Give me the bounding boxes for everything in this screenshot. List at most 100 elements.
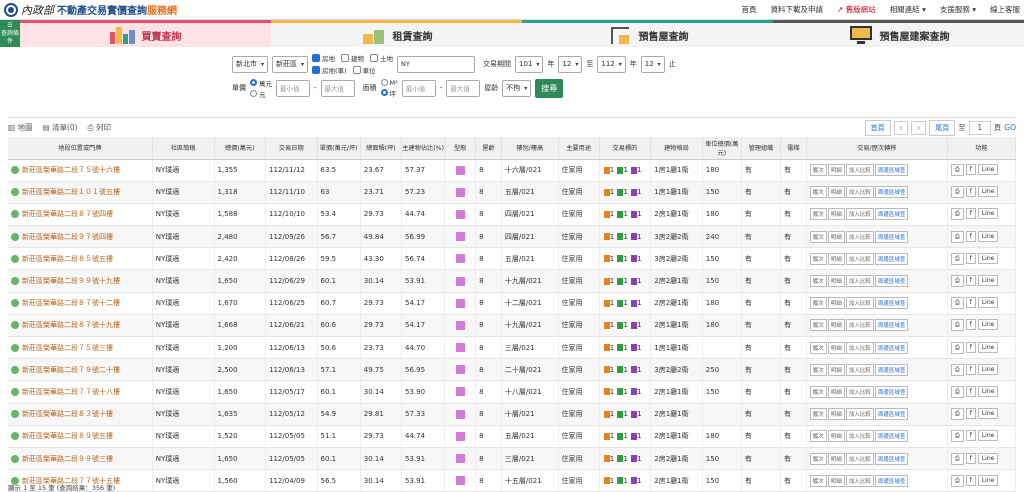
link-home[interactable]: 首頁 <box>742 4 757 15</box>
print-icon[interactable]: ⎙ <box>950 164 964 177</box>
print-icon[interactable]: ⎙ <box>950 452 964 465</box>
row-action-button[interactable]: 履次 <box>809 341 827 354</box>
row-action-button[interactable]: 履次 <box>809 164 827 177</box>
table-row[interactable]: 新莊區榮華路二段１０１號五樓 NY璞適 1,318 112/11/10 63 23.71 5… <box>8 181 1017 204</box>
type-parking-checkbox[interactable]: 車位 <box>352 65 376 75</box>
facebook-icon[interactable]: f <box>965 186 976 198</box>
print-icon[interactable]: ⎙ <box>950 297 964 310</box>
expand-row-icon[interactable] <box>11 365 19 374</box>
last-page-button[interactable]: 尾頁 <box>929 119 956 136</box>
from-month-select[interactable]: 12 ▾ <box>558 55 583 73</box>
address-cell[interactable]: 新莊區榮華路二段７５號三樓 <box>8 336 153 360</box>
row-action-button[interactable]: 加入比較 <box>845 297 874 310</box>
link-online-service[interactable]: 線上客服 <box>990 4 1020 15</box>
table-row[interactable]: 新莊區榮華路二段９９號十九樓 NY璞適 1,650 112/06/29 60.1 30.1… <box>8 269 1017 293</box>
line-share-button[interactable]: Line <box>977 408 999 420</box>
row-action-button[interactable]: 明細 <box>827 363 845 376</box>
row-action-button[interactable]: 明細 <box>827 430 845 443</box>
row-action-button[interactable]: 明細 <box>827 474 845 487</box>
tab-presale-query[interactable]: 預售屋查詢 <box>522 20 773 47</box>
row-action-button[interactable]: 周邊區域查 <box>874 319 909 332</box>
row-action-button[interactable]: 周邊區域查 <box>874 474 909 487</box>
row-action-button[interactable]: 明細 <box>827 186 845 199</box>
prev-page-button[interactable]: ‹ <box>893 120 909 135</box>
line-share-button[interactable]: Line <box>977 474 999 486</box>
tab-rent-query[interactable]: 租賃查詢 <box>271 20 522 47</box>
age-select[interactable]: 不拘 ▾ <box>502 79 532 97</box>
expand-row-icon[interactable] <box>11 254 19 263</box>
column-header[interactable]: 建物格局 <box>650 137 703 160</box>
table-row[interactable]: 新莊區榮華路二段７５號三樓 NY璞適 1,200 112/06/13 50.6 23.73… <box>8 336 1017 360</box>
facebook-icon[interactable]: f <box>965 297 976 309</box>
table-row[interactable]: 新莊區榮華路二段８７號十二樓 NY璞適 1,670 112/06/25 60.7 29.7… <box>8 292 1017 315</box>
site-logo[interactable]: 內政部 不動產交易實價查詢服務網 <box>4 2 177 18</box>
print-icon[interactable]: ⎙ <box>950 408 964 421</box>
row-action-button[interactable]: 明細 <box>827 452 845 465</box>
facebook-icon[interactable]: f <box>965 363 976 375</box>
row-action-button[interactable]: 加入比較 <box>845 452 874 465</box>
expand-row-icon[interactable] <box>11 277 19 286</box>
list-button[interactable]: ▤ 清單(0) <box>42 122 77 133</box>
column-header[interactable]: 車位總價(萬元) <box>702 137 742 160</box>
facebook-icon[interactable]: f <box>965 341 976 353</box>
table-row[interactable]: 新莊區榮華路二段７５號十六樓 NY璞適 1,355 112/11/12 63.5 23.6… <box>8 159 1017 182</box>
expand-row-icon[interactable] <box>11 210 19 219</box>
search-button[interactable]: 搜尋 <box>535 78 564 98</box>
expand-row-icon[interactable] <box>11 299 19 308</box>
table-row[interactable]: 新莊區榮華路二段８７號十九樓 NY璞適 1,668 112/06/21 60.6 29.7… <box>8 314 1017 338</box>
row-action-button[interactable]: 加入比較 <box>845 208 874 221</box>
column-header[interactable]: 單價(萬元/坪) <box>317 137 361 160</box>
link-related[interactable]: 相關連結 ▾ <box>890 4 926 15</box>
row-action-button[interactable]: 明細 <box>827 252 845 265</box>
column-header[interactable]: 交易日期 <box>265 137 318 160</box>
line-share-button[interactable]: Line <box>977 186 999 198</box>
print-icon[interactable]: ⎙ <box>950 474 964 487</box>
expand-row-icon[interactable] <box>11 343 19 352</box>
link-download[interactable]: 資料下載及申請 <box>771 4 824 15</box>
expand-row-icon[interactable] <box>11 188 19 197</box>
column-header[interactable]: 樓別/樓高 <box>501 137 559 160</box>
row-action-button[interactable]: 履次 <box>809 186 827 199</box>
line-share-button[interactable]: Line <box>977 363 999 375</box>
row-action-button[interactable]: 周邊區域查 <box>874 430 909 443</box>
row-action-button[interactable]: 加入比較 <box>845 186 874 199</box>
address-cell[interactable]: 新莊區榮華路二段９７號四樓 <box>8 225 153 249</box>
line-share-button[interactable]: Line <box>977 275 999 287</box>
to-month-select[interactable]: 12 ▾ <box>640 55 665 73</box>
row-action-button[interactable]: 周邊區域查 <box>874 341 909 354</box>
row-action-button[interactable]: 履次 <box>809 230 827 243</box>
row-action-button[interactable]: 加入比較 <box>845 430 874 443</box>
next-page-button[interactable]: › <box>911 120 927 135</box>
print-icon[interactable]: ⎙ <box>950 208 964 221</box>
type-house-land-parking-checkbox[interactable]: 房地(車) <box>312 65 347 75</box>
print-icon[interactable]: ⎙ <box>950 252 964 265</box>
expand-row-icon[interactable] <box>11 321 19 330</box>
column-header[interactable]: 地段位置或門牌 <box>8 137 153 160</box>
facebook-icon[interactable]: f <box>965 319 976 331</box>
link-support[interactable]: 支援服務 ▾ <box>940 4 976 15</box>
row-action-button[interactable]: 周邊區域查 <box>874 164 909 177</box>
row-action-button[interactable]: 明細 <box>827 208 845 221</box>
print-button[interactable]: ⎙ 列印 <box>88 122 111 133</box>
row-action-button[interactable]: 周邊區域查 <box>874 408 909 421</box>
column-header[interactable]: 主建物佔比(%) <box>401 137 446 160</box>
row-action-button[interactable]: 加入比較 <box>845 408 874 421</box>
table-row[interactable]: 新莊區榮華路二段８５號五樓 NY璞適 2,420 112/08/26 59.5 43.30… <box>8 247 1017 271</box>
print-icon[interactable]: ⎙ <box>950 385 964 398</box>
expand-row-icon[interactable] <box>11 232 19 241</box>
table-row[interactable]: 新莊區榮華路二段８９號五樓 NY璞適 1,520 112/05/05 51.1 29.73… <box>8 425 1017 448</box>
address-cell[interactable]: 新莊區榮華路二段７５號十六樓 <box>8 159 153 182</box>
table-row[interactable]: 新莊區榮華路二段８３號十樓 NY璞適 1,635 112/05/12 54.9 29.81… <box>8 403 1017 426</box>
facebook-icon[interactable]: f <box>965 474 976 486</box>
area-max-input[interactable]: 最大值 <box>446 79 481 97</box>
row-action-button[interactable]: 履次 <box>809 385 827 398</box>
row-action-button[interactable]: 明細 <box>827 164 845 177</box>
row-action-button[interactable]: 明細 <box>827 275 845 288</box>
row-action-button[interactable]: 周邊區域查 <box>874 297 909 310</box>
address-cell[interactable]: 新莊區榮華路二段７７號十八樓 <box>8 380 153 404</box>
address-cell[interactable]: 新莊區榮華路二段８７號十九樓 <box>8 314 153 338</box>
print-icon[interactable]: ⎙ <box>950 319 964 332</box>
city-select[interactable]: 新北市 ▾ <box>232 55 269 73</box>
table-row[interactable]: 新莊區榮華路二段７９號二十樓 NY璞適 2,500 112/06/13 57.1 49.7… <box>8 358 1017 382</box>
address-cell[interactable]: 新莊區榮華路二段８９號五樓 <box>8 425 153 448</box>
